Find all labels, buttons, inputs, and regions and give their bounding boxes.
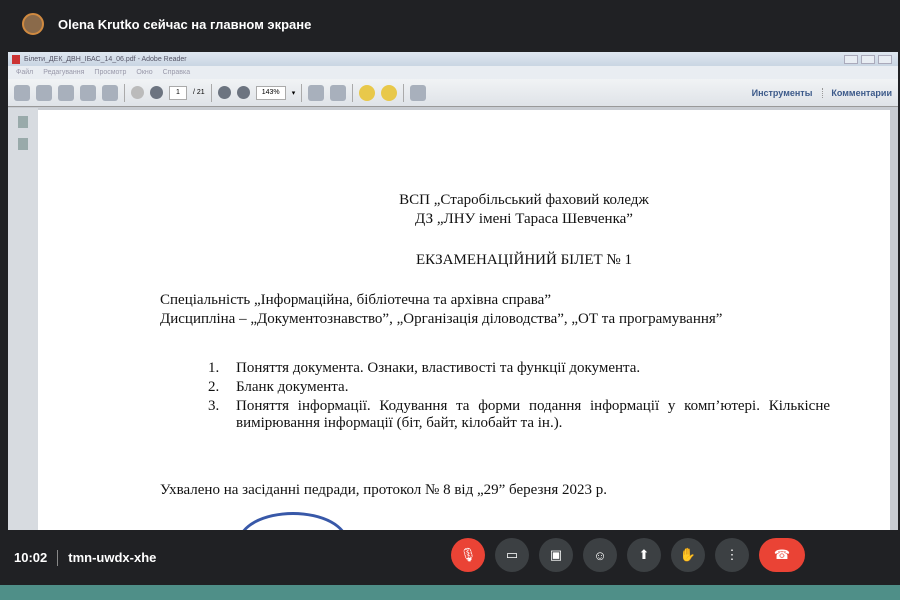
menu-bar: Файл Редагування Просмотр Окно Справка [8, 66, 898, 79]
fit-page-icon[interactable] [308, 84, 325, 101]
save-icon[interactable] [58, 84, 74, 101]
presenter-banner: Olena Krutko сейчас на главном экране [0, 0, 900, 48]
more-options-icon[interactable]: ⋮ [715, 538, 749, 572]
page-number-input[interactable]: 1 [169, 85, 187, 100]
meet-controls-bar: 10:02 tmn-uwdx-xhe 🎙 ▭ ▣ ☺ ⬆ ✋ ⋮ ☎ [0, 530, 900, 585]
captions-icon[interactable]: ▣ [539, 538, 573, 572]
email-icon[interactable] [102, 84, 118, 101]
attachment-icon[interactable] [18, 138, 28, 150]
minimize-button[interactable] [844, 54, 858, 64]
highlight-icon[interactable] [381, 84, 398, 101]
page-total: / 21 [193, 89, 205, 96]
question-1: 1. Поняття документа. Ознаки, властивості… [208, 360, 641, 376]
meeting-code: tmn-uwdx-xhe [68, 550, 157, 565]
pdf-icon [12, 54, 20, 64]
tools-button[interactable]: Инструменты [752, 88, 813, 98]
specialty: Спеціальність „Інформаційна, бібліотечна… [160, 292, 551, 308]
org-line-1: ВСП „Старобільський фаховий коледж [399, 192, 649, 208]
camera-icon[interactable]: ▭ [495, 538, 529, 572]
meeting-time: 10:02 [14, 550, 48, 565]
toolbar: 1 / 21 143% ▾ Инструменты Комментарии [8, 79, 898, 107]
zoom-in-icon[interactable] [236, 86, 250, 99]
print-icon[interactable] [80, 84, 96, 101]
menu-window[interactable]: Окно [136, 69, 152, 76]
create-icon[interactable] [14, 84, 30, 101]
mic-off-icon[interactable]: 🎙 [451, 538, 485, 572]
zoom-out-icon[interactable] [217, 86, 231, 99]
discipline: Дисципліна – „Документознавство”, „Орган… [160, 311, 723, 327]
zoom-select[interactable]: 143% [255, 85, 286, 100]
next-page-icon[interactable] [150, 86, 163, 99]
present-icon[interactable]: ⬆ [627, 538, 661, 572]
fullscreen-icon[interactable] [410, 84, 427, 101]
comments-button[interactable]: Комментарии [822, 87, 892, 98]
menu-edit[interactable]: Редагування [43, 69, 84, 76]
stamp [238, 512, 348, 530]
share-icon[interactable] [36, 84, 52, 101]
comment-icon[interactable] [359, 84, 376, 101]
end-call-icon[interactable]: ☎ [759, 538, 805, 572]
raise-hand-icon[interactable]: ✋ [671, 538, 705, 572]
window-title: Білети_ДЕК_ДВН_ІБАС_14_06.pdf - Adobe Re… [24, 55, 187, 63]
chevron-down-icon[interactable]: ▾ [292, 89, 296, 97]
emoji-icon[interactable]: ☺ [583, 538, 617, 572]
pdf-page: ВСП „Старобільський фаховий коледж ДЗ „Л… [38, 110, 890, 530]
pages-icon[interactable] [18, 116, 28, 128]
adobe-reader-window: Білети_ДЕК_ДВН_ІБАС_14_06.pdf - Adobe Re… [8, 52, 898, 530]
window-titlebar: Білети_ДЕК_ДВН_ІБАС_14_06.pdf - Adobe Re… [8, 52, 898, 66]
restore-button[interactable] [861, 54, 875, 64]
approval-line: Ухвалено на засіданні педради, протокол … [160, 482, 608, 498]
menu-help[interactable]: Справка [163, 69, 190, 76]
taskbar [0, 585, 900, 600]
question-3: 3. Поняття інформації. Кодування та форми… [208, 398, 830, 431]
avatar [22, 13, 44, 35]
menu-file[interactable]: Файл [16, 69, 33, 76]
menu-view[interactable]: Просмотр [94, 69, 126, 76]
fit-width-icon[interactable] [330, 84, 347, 101]
prev-page-icon[interactable] [131, 86, 144, 99]
question-2: 2. Бланк документа. [208, 379, 349, 395]
org-line-2: ДЗ „ЛНУ імені Тараса Шевченка” [415, 211, 633, 227]
ticket-heading: ЕКЗАМЕНАЦІЙНИЙ БІЛЕТ № 1 [415, 252, 632, 268]
close-button[interactable] [878, 54, 892, 64]
presenter-text: Olena Krutko сейчас на главном экране [58, 16, 312, 32]
navigation-panel [8, 108, 38, 530]
